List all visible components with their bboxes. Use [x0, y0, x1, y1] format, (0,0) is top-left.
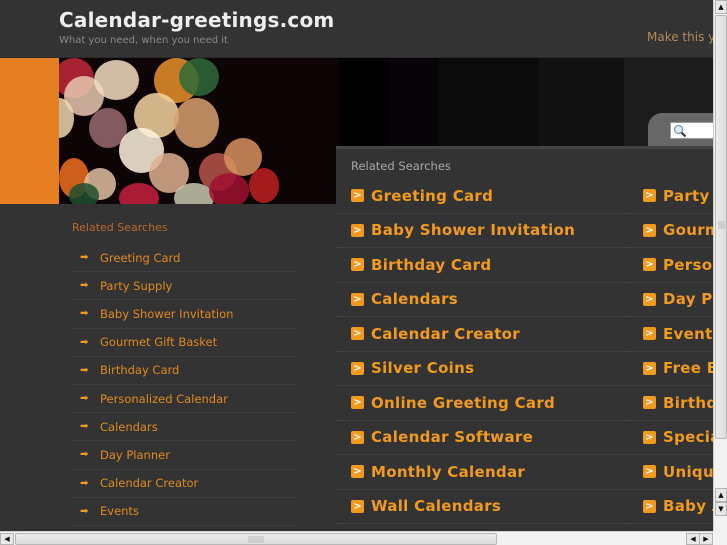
search-link[interactable]: > Birthday Card — [336, 248, 636, 283]
chevron-right-icon: > — [351, 396, 364, 410]
chevron-right-icon: > — [643, 189, 656, 203]
site-title[interactable]: Calendar-greetings.com — [59, 8, 334, 32]
pointing-hand-icon: ➡ — [80, 252, 89, 264]
search-link[interactable]: > Birthd — [628, 386, 713, 421]
search-icon[interactable] — [673, 124, 687, 138]
scroll-up-button-lower[interactable]: ▲ — [715, 488, 727, 502]
search-input[interactable] — [670, 122, 713, 139]
sidebar-item[interactable]: ➡ Birthday Card — [72, 357, 298, 385]
horizontal-scroll-thumb[interactable] — [15, 533, 497, 545]
scroll-up-button[interactable]: ▲ — [715, 0, 727, 14]
sidebar-item[interactable]: ➡ Gourmet Gift Basket — [72, 329, 298, 357]
chevron-right-icon: > — [643, 361, 656, 375]
chevron-right-icon: > — [643, 258, 656, 272]
search-link[interactable]: > Perso — [628, 248, 713, 283]
scroll-down-button[interactable]: ▼ — [715, 502, 727, 516]
bokeh-lights-image — [59, 58, 339, 204]
chevron-right-icon: > — [351, 223, 364, 237]
chevron-right-icon: > — [351, 258, 364, 272]
pointing-hand-icon: ➡ — [80, 336, 89, 348]
links-column-2: >Party >Gourm >Perso >Day Pl >Events >Fr… — [628, 179, 713, 524]
chevron-right-icon: > — [643, 465, 656, 479]
pointing-hand-icon: ➡ — [80, 477, 89, 489]
search-link[interactable]: >Unique — [628, 455, 713, 490]
pointing-hand-icon: ➡ — [80, 364, 89, 376]
chevron-right-icon: > — [643, 396, 656, 410]
chevron-right-icon: > — [351, 292, 364, 306]
sidebar-item[interactable]: ➡ Baby Shower Invitation — [72, 300, 298, 329]
horizontal-scrollbar[interactable]: ◀ ◀ ▶ — [0, 531, 727, 545]
chevron-right-icon: > — [643, 499, 656, 513]
pointing-hand-icon: ➡ — [80, 449, 89, 461]
search-link[interactable]: > Day Pl — [628, 283, 713, 317]
search-link[interactable]: > Calendar Creator — [336, 317, 636, 352]
sidebar-list: ➡ Greeting Card ➡ Party Supply ➡ Baby Showe… — [72, 244, 298, 526]
search-link[interactable]: > Free E — [628, 352, 713, 386]
links-column-1: > Greeting Card > Baby Shower Invitation >… — [336, 179, 636, 524]
scroll-right-button[interactable]: ▶ — [699, 533, 713, 545]
orange-accent-block — [0, 58, 59, 204]
sidebar-item[interactable]: ➡ Day Planner — [72, 441, 298, 470]
scrollbar-corner — [713, 531, 727, 545]
search-link[interactable]: > Calendars — [336, 283, 636, 317]
chevron-right-icon: > — [643, 223, 656, 237]
sidebar-item[interactable]: ➡ Calendar Creator — [72, 470, 298, 498]
search-link[interactable]: > Silver Coins — [336, 352, 636, 386]
chevron-right-icon: > — [643, 327, 656, 341]
sidebar-title: Related Searches — [72, 221, 168, 234]
grip-icon — [718, 221, 725, 229]
chevron-right-icon: > — [351, 499, 364, 513]
pointing-hand-icon: ➡ — [80, 393, 89, 405]
scroll-left-button-right[interactable]: ◀ — [686, 533, 700, 545]
scroll-left-button[interactable]: ◀ — [0, 533, 14, 545]
pointing-hand-icon: ➡ — [80, 280, 89, 292]
chevron-right-icon: > — [351, 465, 364, 479]
related-searches-panel: Related Searches > Greeting Card > Baby Sh… — [336, 146, 713, 531]
promo-link[interactable]: Make this yo — [647, 30, 713, 44]
chevron-right-icon: > — [643, 292, 656, 306]
search-link[interactable]: > Wall Calendars — [336, 490, 636, 524]
pointing-hand-icon: ➡ — [80, 505, 89, 517]
search-link[interactable]: >Gourm — [628, 214, 713, 248]
search-link[interactable]: > Baby Shower Invitation — [336, 214, 636, 248]
sidebar-item[interactable]: ➡ Greeting Card — [72, 244, 298, 273]
search-link[interactable]: >Events — [628, 317, 713, 352]
vertical-scrollbar[interactable]: ▲ ▲ ▼ — [713, 0, 727, 531]
search-link[interactable]: >Specia — [628, 421, 713, 455]
sidebar-item[interactable]: ➡ Party Supply — [72, 272, 298, 301]
page-viewport: Calendar-greetings.com What you need, wh… — [0, 0, 713, 531]
search-link[interactable]: > Monthly Calendar — [336, 455, 636, 490]
search-link[interactable]: > Calendar Software — [336, 421, 636, 455]
search-link[interactable]: > Greeting Card — [336, 179, 636, 214]
chevron-right-icon: > — [351, 189, 364, 203]
chevron-right-icon: > — [351, 361, 364, 375]
sidebar-item[interactable]: ➡ Personalized Calendar — [72, 385, 298, 414]
search-link[interactable]: > Online Greeting Card — [336, 386, 636, 421]
site-header: Calendar-greetings.com What you need, wh… — [0, 0, 713, 58]
panel-title: Related Searches — [351, 159, 451, 173]
sidebar-item[interactable]: ➡ Calendars — [72, 413, 298, 442]
search-link[interactable]: >Baby A — [628, 490, 713, 524]
chevron-right-icon: > — [643, 430, 656, 444]
site-tagline: What you need, when you need it — [59, 35, 228, 46]
vertical-scroll-thumb[interactable] — [715, 15, 727, 439]
sidebar-item[interactable]: ➡ Events — [72, 498, 298, 526]
pointing-hand-icon: ➡ — [80, 308, 89, 320]
chevron-right-icon: > — [351, 430, 364, 444]
search-link[interactable]: > Party — [628, 179, 713, 214]
pointing-hand-icon: ➡ — [80, 421, 89, 433]
chevron-right-icon: > — [351, 327, 364, 341]
grip-icon — [248, 536, 264, 543]
